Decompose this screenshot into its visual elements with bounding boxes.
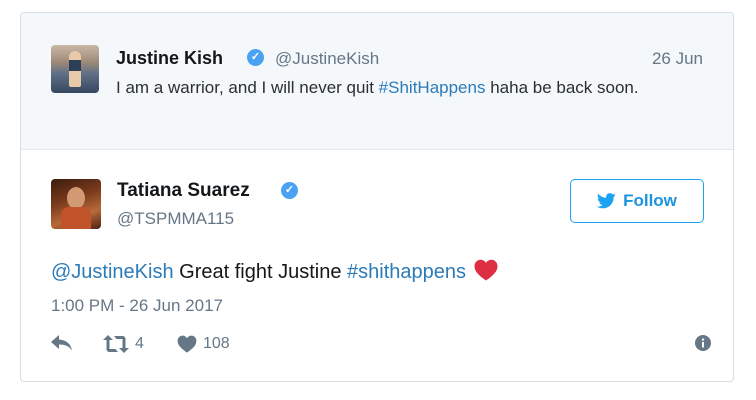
- heart-icon: [177, 335, 197, 353]
- tweet-text: @JustineKish Great fight Justine #shitha…: [51, 259, 498, 284]
- twitter-bird-icon: [597, 193, 616, 209]
- hashtag-link[interactable]: #shithappens: [347, 261, 466, 283]
- tweet-actions: 4 108: [51, 335, 711, 357]
- quoted-author-handle[interactable]: @JustineKish: [275, 49, 379, 69]
- retweet-icon: [103, 335, 129, 353]
- verified-badge-icon: ✓: [247, 49, 264, 66]
- quoted-hashtag-link[interactable]: #ShitHappens: [379, 78, 486, 97]
- red-heart-emoji: [474, 259, 498, 281]
- quoted-author-name[interactable]: Justine Kish: [116, 48, 223, 69]
- like-count: 108: [203, 335, 230, 352]
- embedded-tweet-card: Justine Kish ✓ @JustineKish 26 Jun I am …: [20, 12, 734, 382]
- quoted-avatar[interactable]: [51, 45, 99, 93]
- follow-button-label: Follow: [623, 191, 677, 210]
- author-name[interactable]: Tatiana Suarez: [117, 180, 250, 202]
- retweet-count: 4: [135, 335, 144, 352]
- quoted-date[interactable]: 26 Jun: [652, 49, 703, 69]
- author-avatar[interactable]: [51, 179, 101, 229]
- reply-icon: [51, 335, 72, 351]
- tweet-timestamp[interactable]: 1:00 PM - 26 Jun 2017: [51, 296, 223, 316]
- follow-button[interactable]: Follow: [570, 179, 704, 223]
- quoted-tweet-text: I am a warrior, and I will never quit #S…: [116, 78, 639, 97]
- info-button[interactable]: [695, 335, 711, 351]
- quoted-tweet[interactable]: Justine Kish ✓ @JustineKish 26 Jun I am …: [21, 13, 733, 150]
- author-handle[interactable]: @TSPMMA115: [117, 209, 234, 229]
- verified-badge-icon: ✓: [281, 182, 298, 199]
- reply-button[interactable]: [51, 335, 73, 351]
- mention-link[interactable]: @JustineKish: [51, 261, 174, 283]
- like-button[interactable]: 108: [177, 335, 230, 353]
- retweet-button[interactable]: 4: [103, 335, 144, 353]
- info-icon: [695, 335, 711, 351]
